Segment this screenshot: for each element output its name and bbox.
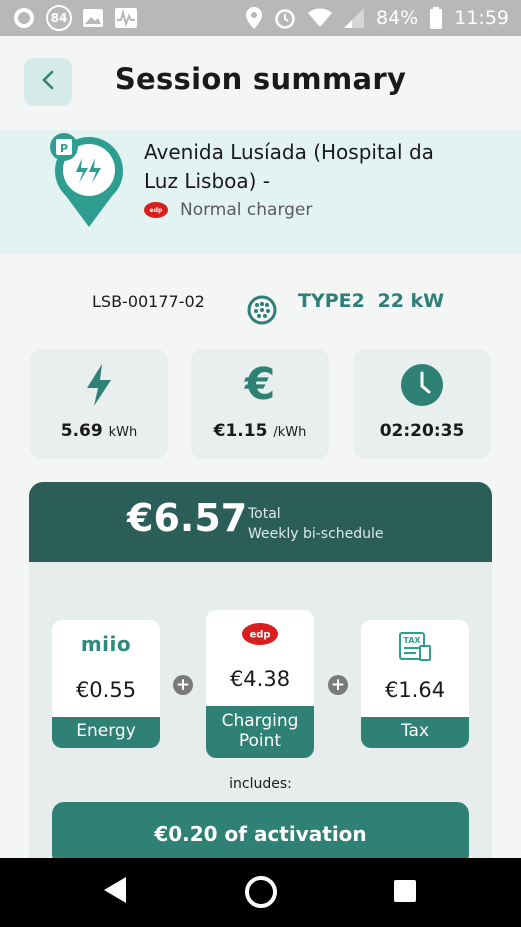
energy-value: 5.69 kWh [60,421,138,441]
type2-plug-icon [246,294,278,330]
edp-logo-icon: edp [206,622,314,646]
wifi-icon [308,8,332,28]
tax-cost-value: €1.64 [384,678,446,702]
tax-cost-label: Tax [361,717,469,748]
plug-type-label: TYPE2 22 kW [298,290,445,312]
charging-point-cost-card: edp €4.38 Charging Point [206,610,314,758]
battery-icon [430,7,443,29]
notification-count-badge: 84 [46,5,72,31]
clock-time: 11:59 [454,7,509,29]
plus-icon: + [328,675,348,695]
total-label: Total Weekly bi-schedule [248,506,384,542]
price-stat-card: € €1.15 /kWh [191,349,329,459]
signal-icon [344,8,364,28]
nav-recents-button[interactable] [394,880,416,902]
image-icon [82,7,104,29]
svg-text:P: P [60,142,68,155]
miio-logo: miio [80,632,132,656]
charger-type-label: Normal charger [180,200,313,220]
station-name: Avenida Lusíada (Hospital da Luz Lisboa)… [144,140,434,193]
charger-type-row: edp Normal charger [144,200,312,220]
alarm-clock-icon [274,7,296,29]
svg-text:edp: edp [249,630,270,641]
energy-cost-card: miio €0.55 Energy [52,620,160,748]
energy-cost-value: €0.55 [75,678,137,702]
battery-percent: 84% [376,7,419,29]
activation-fee-banner: €0.20 of activation [52,802,469,858]
charging-station-pin-icon: P [50,132,134,228]
energy-cost-label: Energy [52,717,160,748]
chat-bubble-icon [12,6,36,30]
location-pin-icon [246,7,262,29]
duration-value: 02:20:35 [379,421,465,441]
total-header: €6.57 Total Weekly bi-schedule [29,482,492,562]
page-title: Session summary [114,62,407,96]
status-bar: 84 84% 11:59 [0,0,521,36]
tax-cost-card: TAX €1.64 Tax [361,620,469,748]
svg-text:TAX: TAX [403,636,421,645]
clock-icon [353,363,491,407]
nav-back-button[interactable] [102,876,128,904]
charging-point-cost-label: Charging Point [206,706,314,758]
tax-receipt-icon: TAX [361,632,469,662]
station-info: P Avenida Lusíada (Hospital da Luz Lisbo… [0,130,521,254]
connector-row: LSB-00177-02 TYPE2 22 kW [0,280,521,330]
nav-home-button[interactable] [244,875,278,909]
charger-id: LSB-00177-02 [92,292,205,311]
energy-stat-card: 5.69 kWh [30,349,168,459]
system-navigation-bar [0,858,521,927]
duration-stat-card: 02:20:35 [353,349,491,459]
header: Session summary [0,36,521,128]
price-value: €1.15 /kWh [213,421,307,441]
charging-point-cost-value: €4.38 [229,667,291,691]
includes-label: includes: [229,776,292,792]
plus-icon: + [173,675,193,695]
edp-logo-icon: edp [144,202,168,218]
euro-icon: € [244,359,276,410]
total-amount: €6.57 [127,496,248,540]
lightning-bolt-icon [30,363,168,407]
total-panel: €6.57 Total Weekly bi-schedule miio €0.5… [29,482,492,858]
activity-icon [114,7,138,29]
